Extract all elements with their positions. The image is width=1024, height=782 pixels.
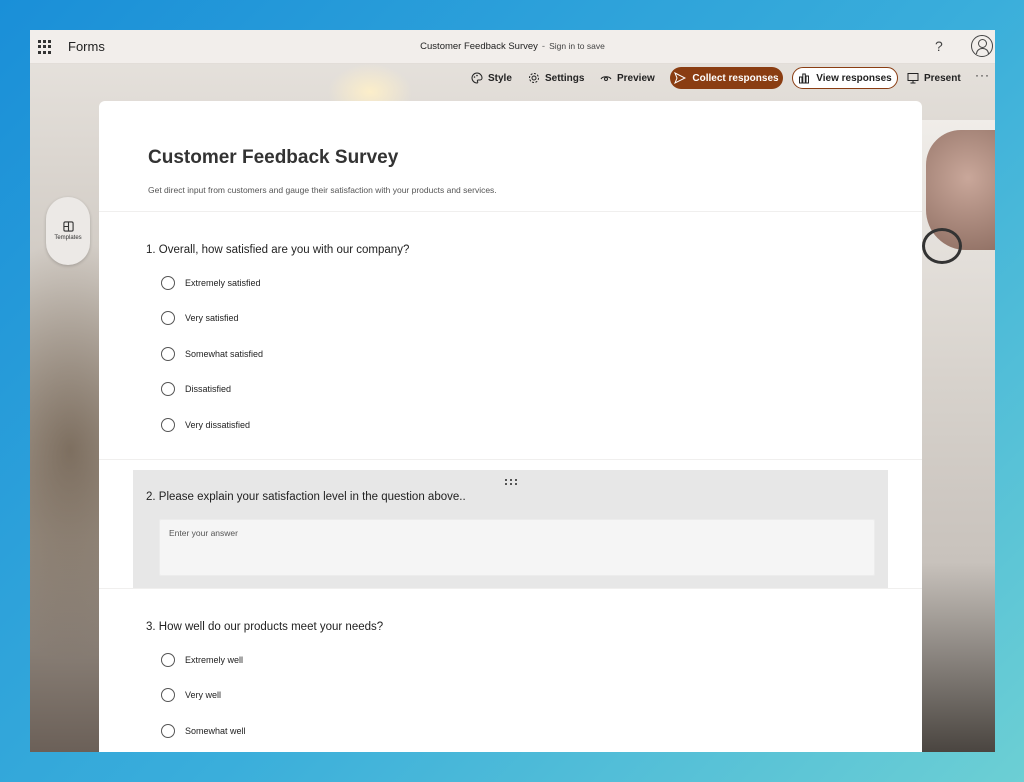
option-very-well[interactable]: Very well bbox=[161, 687, 221, 703]
more-options-button[interactable]: ··· bbox=[975, 68, 990, 82]
option-extremely-satisfied[interactable]: Extremely satisfied bbox=[161, 275, 261, 291]
radio-button[interactable] bbox=[161, 653, 175, 667]
present-button[interactable]: Present bbox=[907, 72, 961, 84]
view-responses-label: View responses bbox=[816, 72, 892, 84]
title-separator: - bbox=[541, 41, 546, 52]
help-button[interactable]: ? bbox=[935, 38, 943, 54]
option-label: Very dissatisfied bbox=[185, 420, 251, 430]
option-label: Very satisfied bbox=[185, 313, 239, 323]
style-label: Style bbox=[488, 72, 512, 84]
option-very-satisfied[interactable]: Very satisfied bbox=[161, 310, 239, 326]
option-very-dissatisfied[interactable]: Very dissatisfied bbox=[161, 417, 250, 433]
answer-input[interactable]: Enter your answer bbox=[159, 519, 875, 576]
question-3-title[interactable]: 3. How well do our products meet your ne… bbox=[146, 621, 383, 633]
radio-button[interactable] bbox=[161, 724, 175, 738]
monitor-icon bbox=[907, 73, 919, 84]
form-title[interactable]: Customer Feedback Survey bbox=[148, 147, 398, 169]
drag-handle-icon[interactable] bbox=[505, 479, 517, 485]
palette-icon bbox=[471, 72, 483, 84]
settings-button[interactable]: Settings bbox=[528, 72, 584, 84]
document-title-bar: Customer Feedback Survey - Sign in to save bbox=[30, 41, 995, 52]
divider bbox=[99, 211, 922, 212]
chart-icon bbox=[799, 73, 810, 84]
question-2-title[interactable]: 2. Please explain your satisfaction leve… bbox=[146, 491, 466, 503]
radio-button[interactable] bbox=[161, 311, 175, 325]
view-responses-button[interactable]: View responses bbox=[792, 67, 898, 89]
save-hint: Sign in to save bbox=[549, 41, 605, 51]
option-label: Somewhat satisfied bbox=[185, 349, 264, 359]
collect-responses-button[interactable]: Collect responses bbox=[670, 67, 783, 89]
option-extremely-well[interactable]: Extremely well bbox=[161, 652, 243, 668]
radio-button[interactable] bbox=[161, 382, 175, 396]
option-somewhat-well[interactable]: Somewhat well bbox=[161, 723, 246, 739]
divider bbox=[99, 588, 922, 589]
preview-button[interactable]: Preview bbox=[600, 72, 655, 84]
option-label: Dissatisfied bbox=[185, 384, 232, 394]
present-label: Present bbox=[924, 72, 961, 84]
gear-icon bbox=[529, 73, 539, 83]
option-dissatisfied[interactable]: Dissatisfied bbox=[161, 381, 231, 397]
answer-placeholder: Enter your answer bbox=[169, 528, 238, 538]
form-description[interactable]: Get direct input from customers and gaug… bbox=[148, 185, 497, 195]
settings-label: Settings bbox=[545, 72, 585, 84]
toolbar: Style Settings Preview Collect responses… bbox=[30, 64, 995, 94]
question-1-title[interactable]: 1. Overall, how satisfied are you with o… bbox=[146, 244, 409, 256]
question-2-block[interactable]: 2. Please explain your satisfaction leve… bbox=[133, 470, 888, 588]
option-label: Somewhat well bbox=[185, 726, 246, 736]
form-card: Customer Feedback Survey Get direct inpu… bbox=[99, 101, 922, 752]
radio-button[interactable] bbox=[161, 688, 175, 702]
radio-button[interactable] bbox=[161, 347, 175, 361]
option-label: Extremely well bbox=[185, 655, 244, 665]
style-button[interactable]: Style bbox=[471, 72, 512, 84]
send-icon bbox=[674, 72, 687, 84]
account-icon[interactable] bbox=[971, 35, 993, 57]
forms-window: Forms Customer Feedback Survey - Sign in t… bbox=[30, 30, 995, 752]
background-person bbox=[920, 120, 995, 752]
eye-icon bbox=[600, 76, 612, 81]
top-bar: Forms Customer Feedback Survey - Sign in t… bbox=[30, 30, 995, 64]
document-title[interactable]: Customer Feedback Survey bbox=[420, 41, 538, 52]
divider bbox=[99, 459, 922, 460]
templates-label: Templates bbox=[54, 235, 82, 241]
radio-button[interactable] bbox=[161, 276, 175, 290]
preview-label: Preview bbox=[617, 72, 655, 84]
templates-button[interactable]: Templates bbox=[46, 197, 90, 265]
radio-button[interactable] bbox=[161, 418, 175, 432]
option-label: Extremely satisfied bbox=[185, 278, 261, 288]
collect-responses-label: Collect responses bbox=[692, 72, 779, 84]
option-somewhat-satisfied[interactable]: Somewhat satisfied bbox=[161, 346, 263, 362]
option-label: Very well bbox=[185, 690, 222, 700]
templates-icon bbox=[62, 221, 74, 232]
